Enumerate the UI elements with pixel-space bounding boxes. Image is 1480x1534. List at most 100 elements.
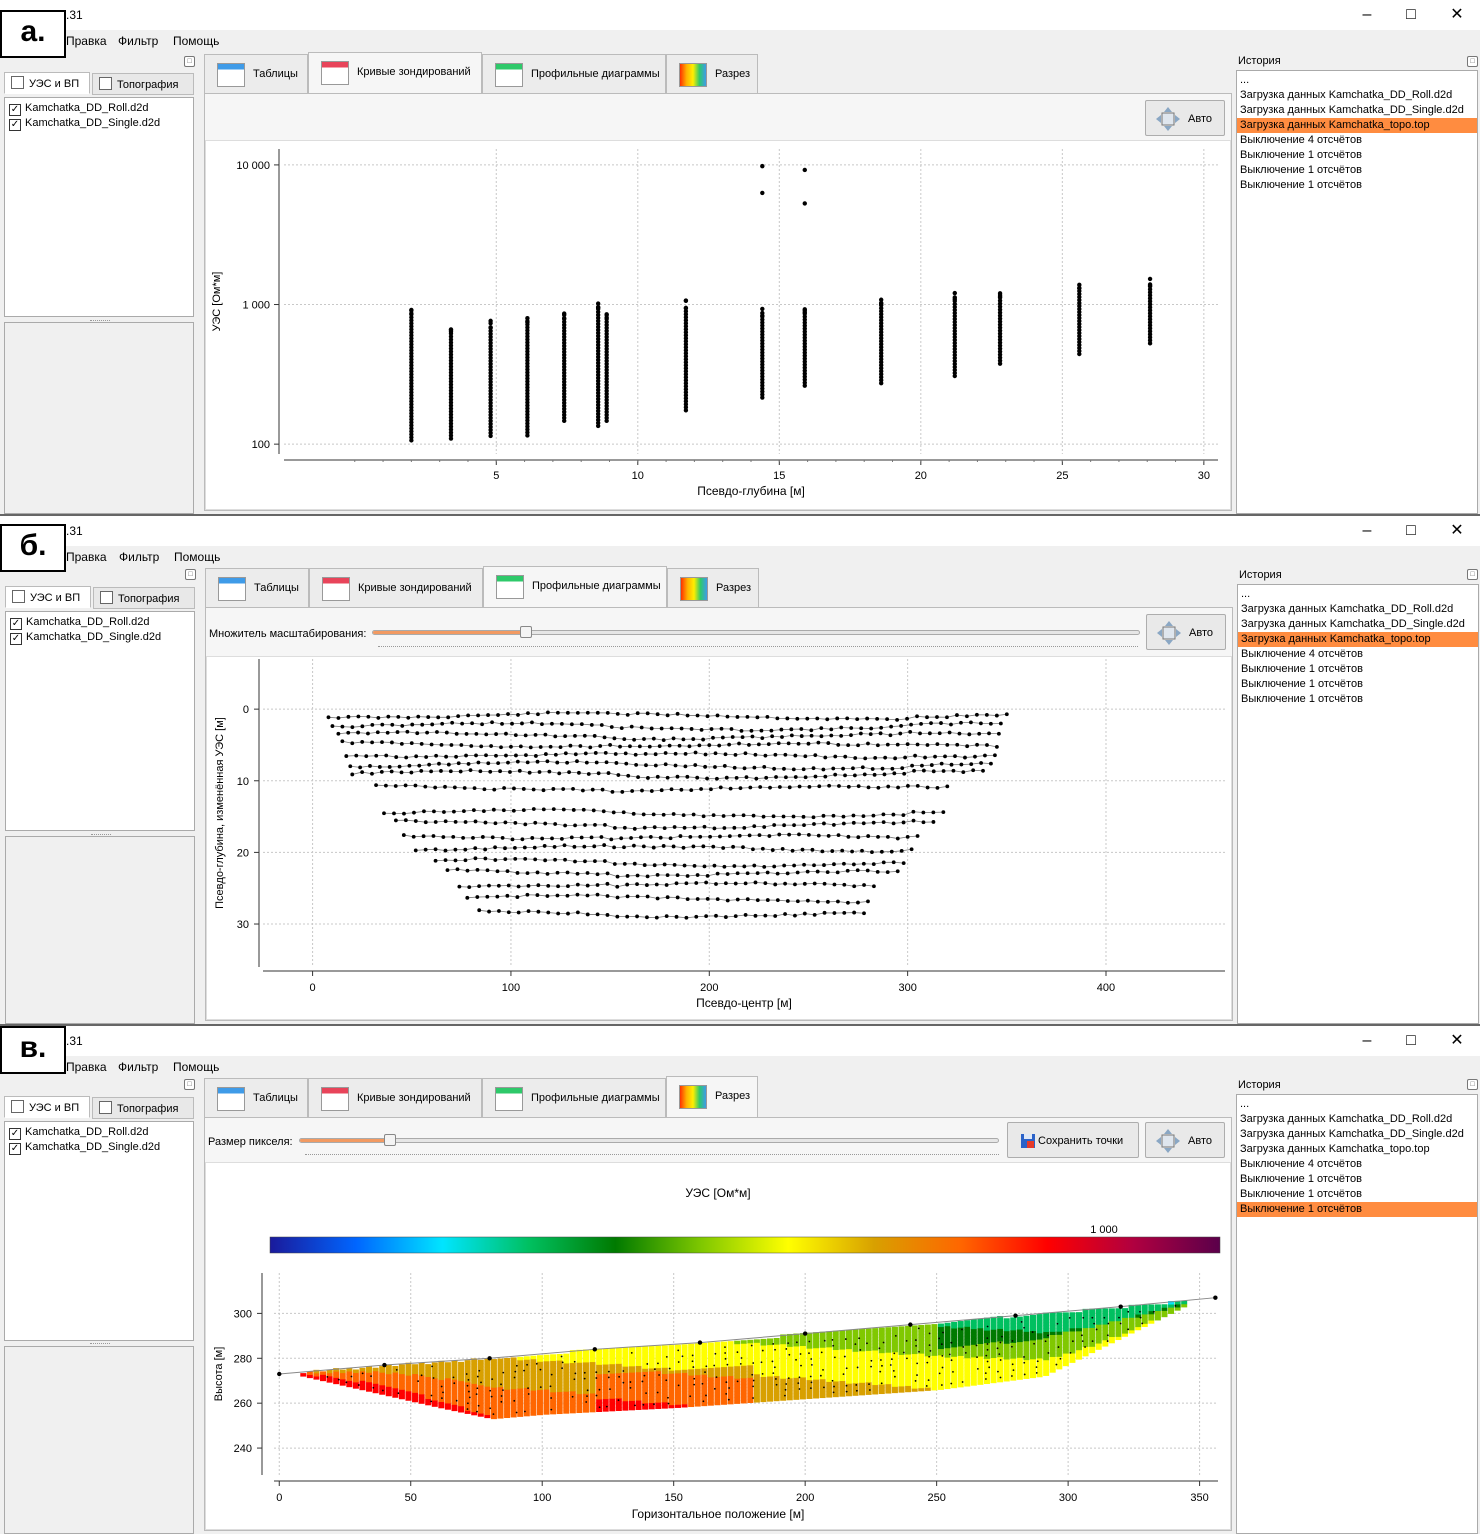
data-point bbox=[829, 727, 834, 732]
history-item[interactable]: Загрузка данных Kamchatka_topo.top bbox=[1237, 118, 1477, 133]
plot-area[interactable]: УЭС [Ом*м] 1 000 0 50 100 150 200 250 300 350 240 2… bbox=[205, 1162, 1231, 1530]
history-item[interactable]: Выключение 4 отсчётов bbox=[1237, 1157, 1477, 1172]
history-item[interactable]: Выключение 4 отсчётов bbox=[1237, 133, 1477, 148]
section-cell bbox=[458, 1368, 465, 1372]
tab-topography[interactable]: Топография bbox=[92, 1097, 194, 1119]
history-item[interactable]: Выключение 1 отсчётов bbox=[1237, 1172, 1477, 1187]
tab-sounding-curves[interactable]: Кривые зондирований bbox=[308, 52, 482, 94]
tab-profile-diagrams[interactable]: Профильные диаграммы bbox=[482, 54, 666, 94]
checkbox-checked-icon[interactable]: ✓ bbox=[9, 1128, 21, 1140]
tab-tables[interactable]: Таблицы bbox=[204, 1078, 308, 1118]
tab-tables[interactable]: Таблицы bbox=[205, 568, 309, 608]
history-item[interactable]: Выключение 1 отсчётов bbox=[1238, 692, 1478, 707]
dock-restore-icon[interactable]: □ bbox=[184, 56, 195, 67]
history-item[interactable]: ... bbox=[1238, 587, 1478, 602]
section-cell bbox=[530, 1399, 537, 1404]
file-item[interactable]: ✓ Kamchatka_DD_Roll.d2d bbox=[9, 1126, 149, 1140]
pixel-size-slider[interactable] bbox=[299, 1138, 999, 1143]
auto-button[interactable]: Авто bbox=[1146, 614, 1226, 650]
dock-restore-icon[interactable]: □ bbox=[184, 1079, 195, 1090]
dock-restore-icon[interactable]: □ bbox=[185, 569, 196, 580]
dock-restore-icon[interactable]: □ bbox=[1467, 1079, 1478, 1090]
history-item[interactable]: Загрузка данных Kamchatka_DD_Single.d2d bbox=[1237, 103, 1477, 118]
plot-area[interactable]: 0 100 200 300 400 0 10 20 30 Псевдо-центр [м] Псев… bbox=[206, 656, 1232, 1020]
tab-profile-diagrams[interactable]: Профильные диаграммы bbox=[482, 1078, 666, 1118]
history-item[interactable]: Загрузка данных Kamchatka_DD_Roll.d2d bbox=[1237, 88, 1477, 103]
section-cell bbox=[918, 1384, 925, 1389]
history-item[interactable]: Выключение 1 отсчётов bbox=[1238, 677, 1478, 692]
history-item[interactable]: Загрузка данных Kamchatka_DD_Single.d2d bbox=[1237, 1127, 1477, 1142]
section-cell bbox=[589, 1364, 596, 1369]
menu-edit[interactable]: Правка bbox=[66, 1060, 107, 1074]
tab-tables[interactable]: Таблицы bbox=[204, 54, 308, 94]
data-point bbox=[776, 741, 781, 746]
tab-section[interactable]: Разрез bbox=[666, 54, 758, 94]
tab-sounding-curves[interactable]: Кривые зондирований bbox=[308, 1078, 482, 1118]
checkbox-checked-icon[interactable]: ✓ bbox=[10, 618, 22, 630]
file-item[interactable]: ✓ Kamchatka_DD_Single.d2d bbox=[9, 1141, 160, 1155]
menu-edit[interactable]: Правка bbox=[66, 550, 107, 564]
save-points-button[interactable]: Сохранить точки bbox=[1007, 1122, 1139, 1158]
tab-profile-diagrams[interactable]: Профильные диаграммы bbox=[483, 566, 667, 608]
history-item[interactable]: Выключение 1 отсчётов bbox=[1237, 163, 1477, 178]
history-item[interactable]: Выключение 1 отсчётов bbox=[1237, 148, 1477, 163]
tab-section[interactable]: Разрез bbox=[666, 1076, 758, 1118]
tab-resistivity-ip[interactable]: УЭС и ВП bbox=[4, 72, 90, 94]
close-icon[interactable]: ✕ bbox=[1446, 4, 1468, 26]
resistivity-section-chart[interactable]: УЭС [Ом*м]1 0000 50 100 150 200 250 300 3502402… bbox=[206, 1163, 1230, 1529]
minimize-icon[interactable]: – bbox=[1356, 520, 1378, 542]
checkbox-checked-icon[interactable]: ✓ bbox=[10, 633, 22, 645]
file-item[interactable]: ✓ Kamchatka_DD_Single.d2d bbox=[10, 631, 161, 645]
menu-edit[interactable]: Правка bbox=[66, 34, 107, 48]
pseudosection-chart[interactable]: 0 100 200 300 4000102030Псевдо-центр [м]Псев… bbox=[207, 657, 1231, 1019]
plot-area[interactable]: 5 10 15 20 25 30 100 1 000 10 000 Псевдо-глубина … bbox=[205, 140, 1231, 510]
slider-handle[interactable] bbox=[519, 626, 532, 638]
menu-help[interactable]: Помощь bbox=[174, 550, 220, 564]
file-item[interactable]: ✓ Kamchatka_DD_Roll.d2d bbox=[10, 616, 150, 630]
history-item[interactable]: ... bbox=[1237, 1097, 1477, 1112]
close-icon[interactable]: ✕ bbox=[1446, 520, 1468, 542]
maximize-icon[interactable]: □ bbox=[1400, 520, 1422, 542]
history-item[interactable]: Загрузка данных Kamchatka_DD_Roll.d2d bbox=[1237, 1112, 1477, 1127]
history-item[interactable]: Выключение 1 отсчётов bbox=[1238, 662, 1478, 677]
history-item[interactable]: Выключение 1 отсчётов bbox=[1237, 1202, 1477, 1217]
file-item[interactable]: ✓ Kamchatka_DD_Single.d2d bbox=[9, 117, 160, 131]
menu-help[interactable]: Помощь bbox=[173, 34, 219, 48]
resistivity-chart[interactable]: 5 10 15 20 25 301001 00010 000Псевдо-глубина … bbox=[206, 141, 1230, 509]
history-item[interactable]: Выключение 1 отсчётов bbox=[1237, 1187, 1477, 1202]
history-item[interactable]: Выключение 1 отсчётов bbox=[1237, 178, 1477, 193]
history-item[interactable]: ... bbox=[1237, 73, 1477, 88]
tab-resistivity-ip[interactable]: УЭС и ВП bbox=[5, 586, 91, 608]
checkbox-checked-icon[interactable]: ✓ bbox=[9, 119, 21, 131]
tab-topography[interactable]: Топография bbox=[93, 587, 195, 609]
menu-filter[interactable]: Фильтр bbox=[118, 34, 158, 48]
menu-filter[interactable]: Фильтр bbox=[119, 550, 159, 564]
history-item[interactable]: Загрузка данных Kamchatka_DD_Single.d2d bbox=[1238, 617, 1478, 632]
history-item[interactable]: Выключение 4 отсчётов bbox=[1238, 647, 1478, 662]
tab-section[interactable]: Разрез bbox=[667, 568, 759, 608]
history-item[interactable]: Загрузка данных Kamchatka_topo.top bbox=[1238, 632, 1478, 647]
dock-restore-icon[interactable]: □ bbox=[1467, 569, 1478, 580]
slider-handle[interactable] bbox=[384, 1134, 396, 1146]
auto-button[interactable]: Авто bbox=[1145, 1122, 1225, 1158]
minimize-icon[interactable]: – bbox=[1356, 4, 1378, 26]
menu-filter[interactable]: Фильтр bbox=[118, 1060, 158, 1074]
data-point bbox=[981, 768, 985, 773]
menu-help[interactable]: Помощь bbox=[173, 1060, 219, 1074]
tab-sounding-curves[interactable]: Кривые зондирований bbox=[309, 568, 483, 608]
dock-restore-icon[interactable]: □ bbox=[1467, 56, 1478, 67]
close-icon[interactable]: ✕ bbox=[1446, 1030, 1468, 1052]
checkbox-checked-icon[interactable]: ✓ bbox=[9, 104, 21, 116]
tab-topography[interactable]: Топография bbox=[92, 73, 194, 95]
scale-multiplier-slider[interactable] bbox=[372, 630, 1140, 635]
checkbox-checked-icon[interactable]: ✓ bbox=[9, 1143, 21, 1155]
file-item[interactable]: ✓ Kamchatka_DD_Roll.d2d bbox=[9, 102, 149, 116]
tab-resistivity-ip[interactable]: УЭС и ВП bbox=[4, 1096, 90, 1118]
maximize-icon[interactable]: □ bbox=[1400, 4, 1422, 26]
history-item[interactable]: Загрузка данных Kamchatka_topo.top bbox=[1237, 1142, 1477, 1157]
auto-button[interactable]: Авто bbox=[1145, 100, 1225, 136]
section-cell bbox=[964, 1329, 971, 1334]
history-item[interactable]: Загрузка данных Kamchatka_DD_Roll.d2d bbox=[1238, 602, 1478, 617]
maximize-icon[interactable]: □ bbox=[1400, 1030, 1422, 1052]
minimize-icon[interactable]: – bbox=[1356, 1030, 1378, 1052]
